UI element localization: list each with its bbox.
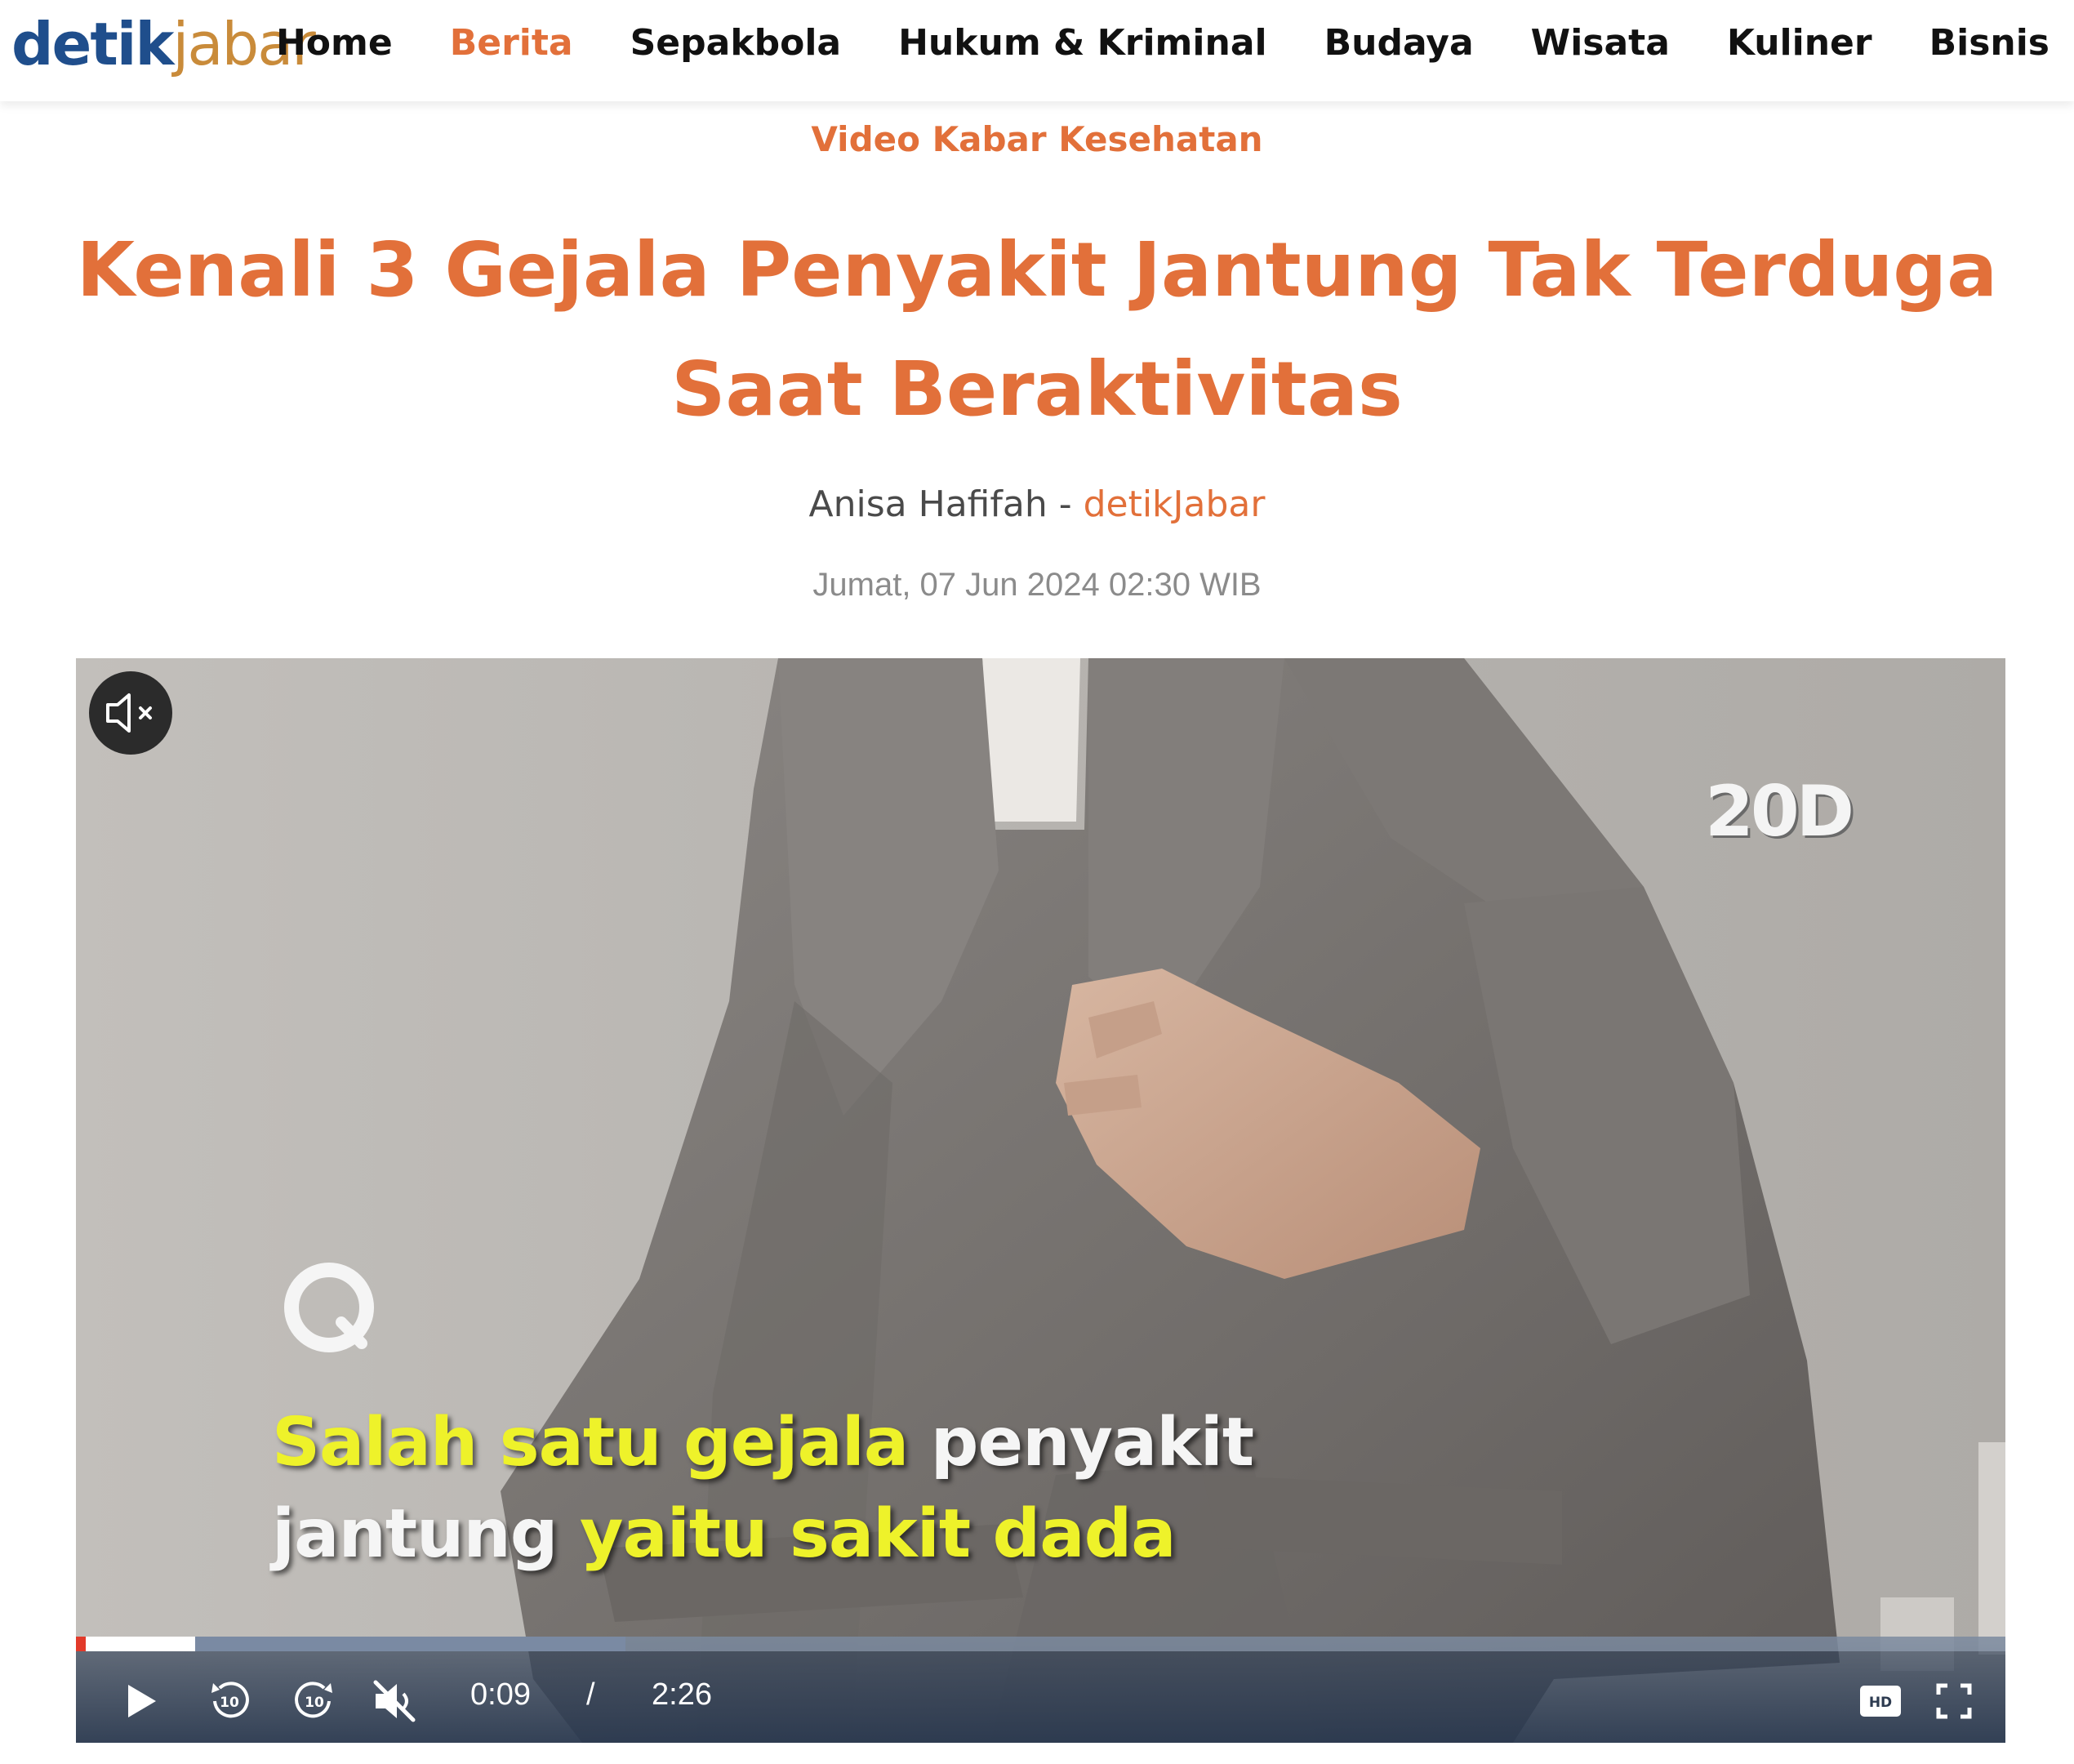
fullscreen-icon — [1936, 1683, 1972, 1719]
progress-bar[interactable] — [76, 1637, 2005, 1651]
caption-line-2: jantung yaitu sakit dada — [272, 1489, 1253, 1580]
site-header: detik jabar Home Berita Sepakbola Hukum … — [0, 0, 2074, 101]
forward-10-icon: 10 — [295, 1682, 332, 1718]
play-icon — [128, 1685, 156, 1717]
nav-item-budaya[interactable]: Budaya — [1324, 22, 1474, 64]
svg-text:10: 10 — [305, 1695, 324, 1711]
forward-10-button[interactable]: 10 — [282, 1671, 347, 1731]
video-caption: Salah satu gejala penyakit jantung yaitu… — [272, 1397, 1254, 1580]
player-controls: 10 10 0:09 / 2:26 HD — [76, 1637, 2005, 1743]
speaker-muted-icon[interactable] — [89, 671, 172, 755]
time-separator: / — [586, 1677, 595, 1712]
caption-highlight: Salah satu gejala — [272, 1404, 931, 1481]
hd-icon: HD — [1860, 1686, 1901, 1717]
nav-item-bisnis[interactable]: Bisnis — [1929, 22, 2050, 64]
video-player[interactable]: 20D Salah satu gejala penyakit jantung y… — [76, 658, 2005, 1743]
progress-head[interactable] — [76, 1637, 86, 1651]
duration: 2:26 — [652, 1677, 712, 1712]
volume-muted-icon — [373, 1680, 416, 1722]
caption-highlight: yaitu sakit dada — [580, 1495, 1177, 1573]
nav-item-home[interactable]: Home — [276, 22, 393, 64]
channel-logo-icon — [284, 1263, 374, 1352]
volume-button[interactable] — [362, 1671, 427, 1731]
nav-item-berita[interactable]: Berita — [450, 22, 573, 64]
nav-item-sepakbola[interactable]: Sepakbola — [630, 22, 841, 64]
logo-text-detik: detik — [11, 10, 174, 78]
svg-text:10: 10 — [220, 1695, 239, 1711]
progress-played — [76, 1637, 195, 1651]
quality-button[interactable]: HD — [1854, 1671, 1907, 1731]
author-name: Anisa Hafifah — [808, 483, 1048, 525]
caption-text: jantung — [272, 1495, 581, 1573]
byline-separator: - — [1047, 483, 1084, 525]
fullscreen-button[interactable] — [1928, 1671, 1980, 1731]
caption-line-1: Salah satu gejala penyakit — [272, 1397, 1254, 1489]
rewind-10-button[interactable]: 10 — [197, 1671, 262, 1731]
nav-item-hukum-kriminal[interactable]: Hukum & Kriminal — [898, 22, 1267, 64]
current-time: 0:09 — [470, 1677, 531, 1712]
channel-watermark: 20D — [1705, 771, 1854, 853]
caption-text: penyakit — [930, 1404, 1254, 1481]
article-title: Kenali 3 Gejala Penyakit Jantung Tak Ter… — [76, 226, 1998, 433]
nav-item-kuliner[interactable]: Kuliner — [1727, 22, 1872, 64]
svg-text:HD: HD — [1869, 1695, 1892, 1711]
nav-item-wisata[interactable]: Wisata — [1531, 22, 1670, 64]
article-byline: Anisa Hafifah - detikJabar — [0, 483, 2074, 525]
source-link[interactable]: detikJabar — [1084, 483, 1266, 525]
article-kicker[interactable]: Video Kabar Kesehatan — [0, 119, 2074, 159]
main-nav: Home Berita Sepakbola Hukum & Kriminal B… — [219, 0, 2050, 85]
rewind-10-icon: 10 — [211, 1682, 249, 1718]
publish-date: Jumat, 07 Jun 2024 02:30 WIB — [812, 567, 1262, 603]
play-button[interactable] — [109, 1671, 174, 1731]
